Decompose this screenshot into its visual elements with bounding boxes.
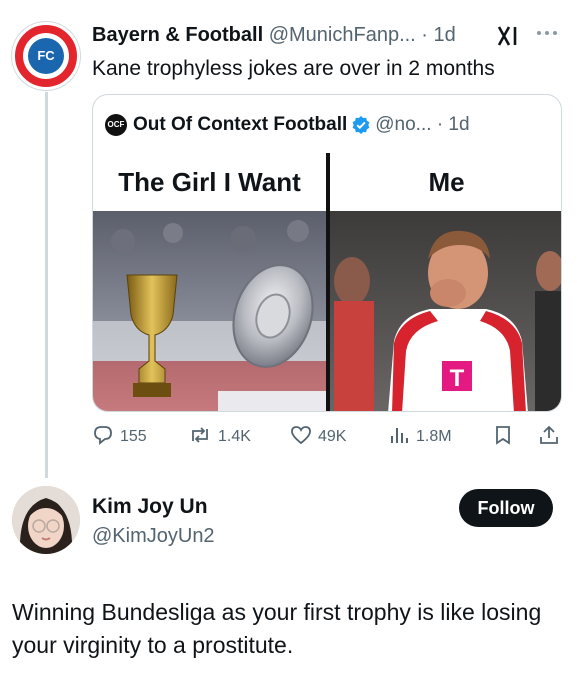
- repost-arrows-icon: [188, 424, 218, 451]
- repost-count: 1.4K: [218, 428, 251, 445]
- tweet-header: Bayern & Football @MunichFanp... · 1d: [92, 22, 456, 48]
- tweet-time[interactable]: 1d: [434, 24, 456, 46]
- reply-author-handle[interactable]: @KimJoyUn2: [92, 523, 215, 549]
- reply-text: Winning Bundesliga as your first trophy …: [12, 599, 542, 658]
- grok-icon[interactable]: [496, 24, 520, 54]
- author-name[interactable]: Bayern & Football: [92, 24, 263, 46]
- reply-author-avatar[interactable]: [12, 486, 80, 554]
- meme-left-caption: The Girl I Want: [93, 153, 326, 211]
- trophies-photo: [93, 211, 326, 411]
- share-button[interactable]: [538, 424, 566, 450]
- share-icon: [538, 424, 566, 451]
- speech-bubble-icon: [92, 424, 120, 451]
- like-button[interactable]: 49K: [290, 424, 346, 450]
- svg-text:T: T: [450, 365, 465, 392]
- meme-image[interactable]: The Girl I Want Me T: [93, 153, 561, 411]
- heart-icon: [290, 424, 318, 451]
- follow-button[interactable]: Follow: [459, 489, 553, 527]
- reply-button[interactable]: 155: [92, 424, 147, 450]
- quote-avatar[interactable]: OCF: [105, 113, 127, 136]
- like-count: 49K: [318, 428, 347, 445]
- reply-author-name[interactable]: Kim Joy Un: [92, 494, 208, 520]
- thread-line: [45, 92, 48, 478]
- verified-badge-icon: [351, 115, 371, 135]
- quote-author-handle[interactable]: @no...: [375, 114, 431, 135]
- quote-time[interactable]: 1d: [448, 114, 469, 135]
- player-photo: T: [330, 211, 561, 411]
- author-handle[interactable]: @MunichFanp...: [269, 24, 416, 46]
- action-bar: 155 1.4K 49K 1.8M: [92, 424, 562, 450]
- time-separator: ·: [421, 24, 428, 46]
- tweet-text: Kane trophyless jokes are over in 2 mont…: [92, 57, 495, 80]
- quoted-tweet[interactable]: OCF Out Of Context Football @no... · 1d Th…: [92, 94, 562, 412]
- bookmark-button[interactable]: [492, 424, 520, 450]
- more-dots-icon[interactable]: [536, 20, 558, 43]
- views-button[interactable]: 1.8M: [388, 424, 452, 450]
- quote-header: OCF Out Of Context Football @no... · 1d: [105, 113, 470, 137]
- avatar-logo: FC: [28, 38, 64, 74]
- author-avatar[interactable]: FC: [12, 22, 80, 90]
- view-count: 1.8M: [416, 428, 452, 445]
- reply-count: 155: [120, 428, 147, 445]
- bookmark-icon: [492, 424, 520, 451]
- repost-button[interactable]: 1.4K: [188, 424, 251, 450]
- bar-chart-icon: [388, 424, 416, 451]
- quote-author-name[interactable]: Out Of Context Football: [133, 114, 347, 135]
- meme-right-caption: Me: [330, 153, 561, 211]
